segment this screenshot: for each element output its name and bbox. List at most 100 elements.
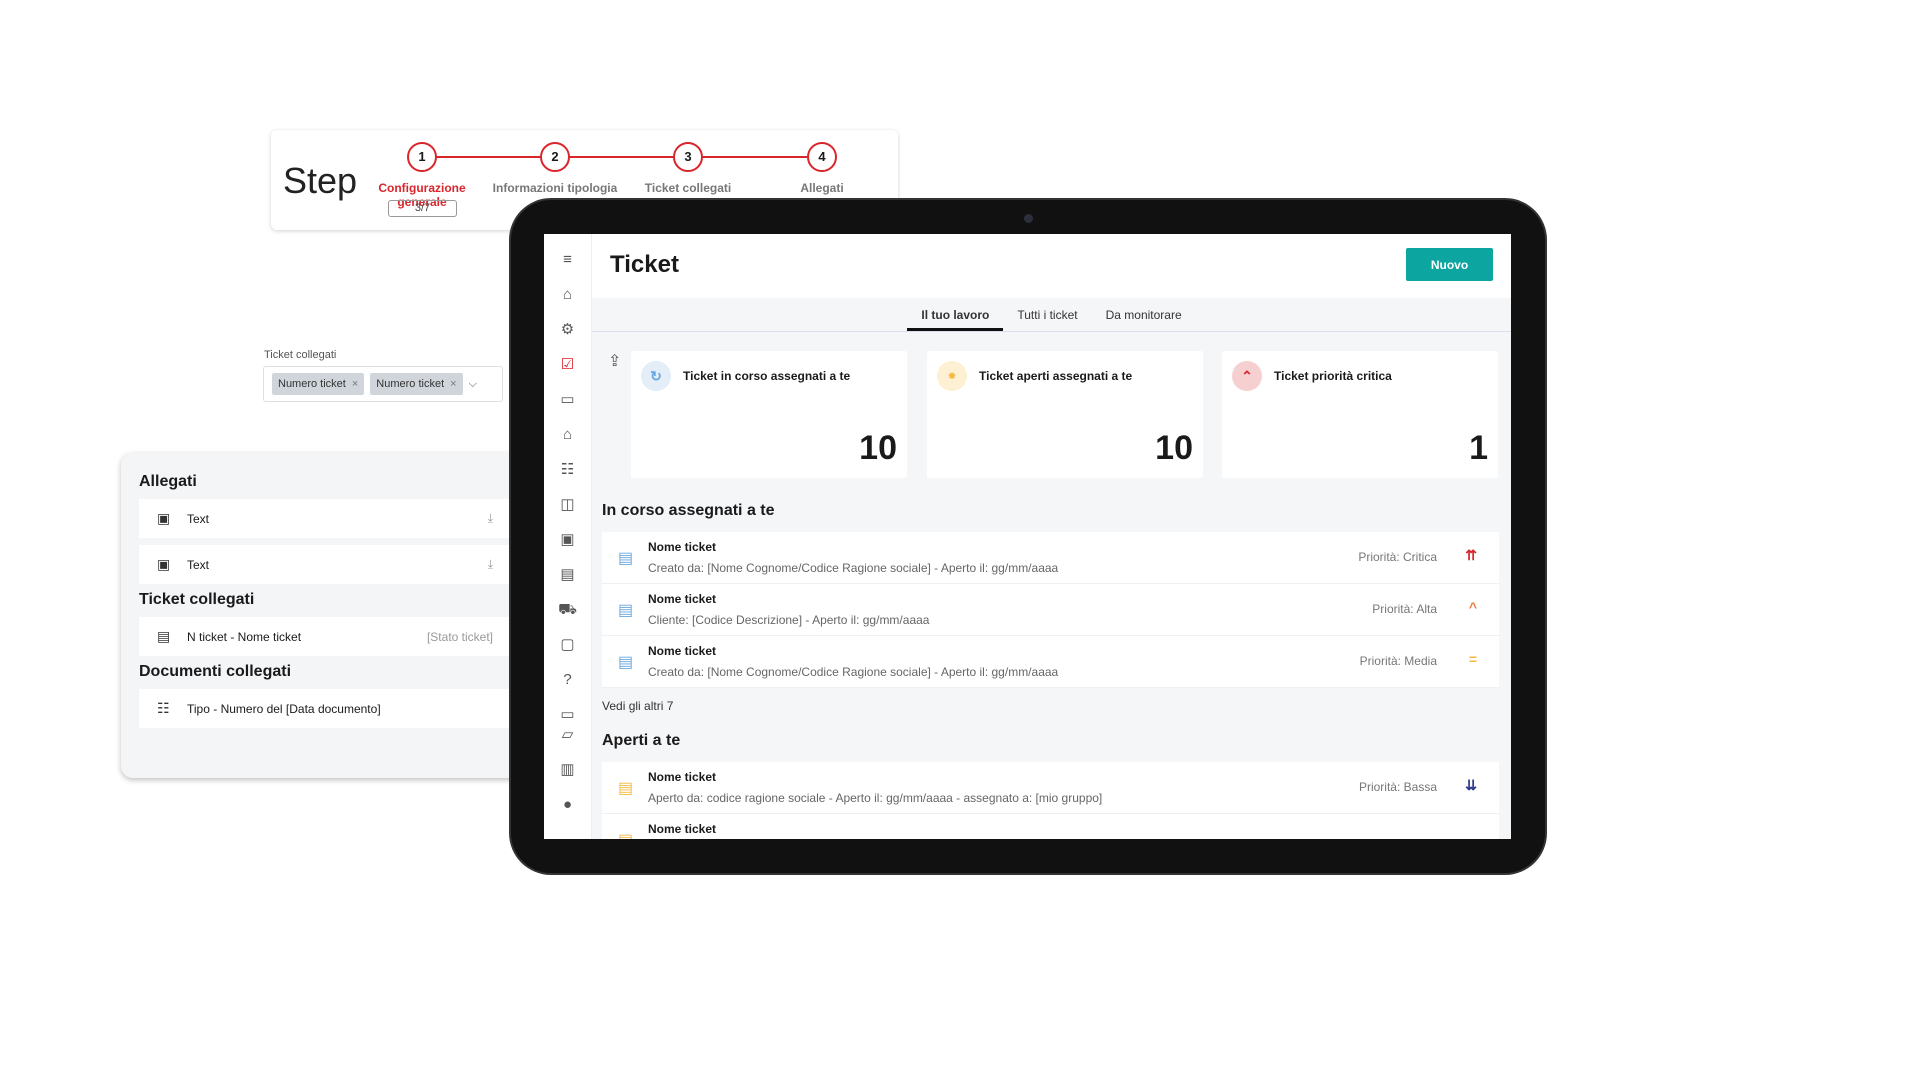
new-badge-icon: ✹ [937,361,967,391]
ticket-name: Nome ticket [648,770,717,784]
sidebar: ≡ ⌂ ⚙ ☑ ▭ ⌂ ☷ ◫ ▣ ▤ ⛟ ▢ ? ▭ ▱ ▥ ● [544,234,592,839]
download-icon[interactable]: ⤓ [488,511,493,526]
progress-icon: ↻ [641,361,671,391]
card-in-corso[interactable]: ↻ Ticket in corso assegnati a te 10 [631,351,907,478]
ticket-row[interactable]: ▤ Nome ticket Creato da: [Nome Cognome/Cod… [602,636,1499,688]
ticket-chip[interactable]: Numero ticket × [272,373,365,395]
briefcase-icon[interactable]: ▣ [560,528,574,563]
attachments-heading: Allegati [139,473,197,490]
widgets-icon[interactable]: ◫ [560,493,574,528]
step-1[interactable]: 1 Configurazione generale [355,142,489,209]
app-screen: ≡ ⌂ ⚙ ☑ ▭ ⌂ ☷ ◫ ▣ ▤ ⛟ ▢ ? ▭ ▱ ▥ ● Ticket… [544,234,1511,839]
gear-icon[interactable]: ⚙ [561,318,574,353]
chevron-down-icon[interactable]: ⌵ [469,378,477,391]
attachment-name: Text [187,511,210,526]
close-icon[interactable]: × [352,378,358,390]
ticket-priority: Priorità: Bassa [1358,780,1437,794]
app-header: Ticket Nuovo [592,234,1511,298]
folder-icon[interactable]: ▭ [560,703,574,723]
linked-tickets-label: Ticket collegati [264,349,337,361]
card-value: 1 [1469,429,1488,467]
ticket-status: [Stato ticket] [426,629,493,644]
image-icon: ▣ [157,556,171,572]
ticket-row[interactable]: ▤ Nome ticket [602,814,1499,839]
step-counter: 3/7 [388,200,457,217]
step-heading: Step [283,160,358,201]
ticket-priority: Priorità: Alta [1372,602,1437,616]
ticket-desc: Cliente: [Codice Descrizione] - Aperto i… [648,613,930,627]
card-value: 10 [859,429,897,467]
ticket-icon: ▤ [618,602,634,619]
double-chevron-down-icon: ⇊ [1465,777,1477,793]
ticket-name: Nome ticket [648,540,717,554]
account-icon[interactable]: ● [563,793,572,828]
card-value: 10 [1155,429,1193,467]
card-aperti[interactable]: ✹ Ticket aperti assegnati a te 10 [927,351,1203,478]
attachment-item[interactable]: ▣ Text ⤓ [139,499,523,538]
close-icon[interactable]: × [450,378,456,390]
tab-da-monitorare[interactable]: Da monitorare [1092,298,1196,331]
doc-name: Tipo - Numero del [Data documento] [187,701,381,716]
page-title: Ticket [610,251,679,278]
contact-card-icon[interactable]: ▭ [560,388,574,423]
ticket-name: Nome ticket [648,822,717,836]
tabs: Il tuo lavoro Tutti i ticket Da monitora… [592,298,1511,332]
image-icon: ▣ [157,510,171,526]
step-3[interactable]: 3 Ticket collegati [621,142,755,195]
step-2[interactable]: 2 Informazioni tipologia [488,142,622,195]
linked-tickets-select[interactable]: Numero ticket × Numero ticket × ⌵ [263,366,503,402]
home-icon[interactable]: ⌂ [563,283,572,318]
ticket-priority: Priorità: Media [1359,654,1437,668]
in-corso-list: ▤ Nome ticket Creato da: [Nome Cognome/Cod… [602,532,1499,688]
tab-tutti-i-ticket[interactable]: Tutti i ticket [1003,298,1091,331]
ticket-desc: Aperto da: codice ragione sociale - Aper… [648,791,1103,805]
linked-ticket-item[interactable]: ▤ N ticket - Nome ticket [Stato ticket] [139,617,523,656]
double-chevron-up-icon: ⇈ [1465,547,1477,563]
building-icon[interactable]: ▥ [560,758,574,793]
ticket-row[interactable]: ▤ Nome ticket Cliente: [Codice Descrizione… [602,584,1499,636]
aperti-list: ▤ Nome ticket Aperto da: codice ragione so… [602,762,1499,839]
archive-icon[interactable]: ▢ [560,633,574,668]
section-title: In corso assegnati a te [602,502,775,519]
chip-label: Numero ticket [376,378,445,390]
cart-icon[interactable]: ⛟ [558,598,577,633]
step-number: 1 [407,142,437,172]
card-label: Ticket priorità critica [1274,369,1392,383]
ticket-name: N ticket - Nome ticket [187,629,302,644]
chevron-up-icon: ^ [1468,599,1477,615]
step-number: 4 [807,142,837,172]
step-label: Ticket collegati [644,181,732,195]
ticket-priority: Priorità: Critica [1358,550,1437,564]
step-4[interactable]: 4 Allegati [755,142,889,195]
attachment-item[interactable]: ▣ Text ⤓ [139,545,523,584]
library-icon: ▤ [157,628,171,644]
card-label: Ticket in corso assegnati a te [683,369,851,383]
card-label: Ticket aperti assegnati a te [979,369,1133,383]
card-critica[interactable]: ⌃ Ticket priorità critica 1 [1222,351,1498,478]
step-label: Allegati [800,181,844,195]
upload-icon[interactable]: ⇪ [608,351,621,371]
linked-tickets-heading: Ticket collegati [139,591,255,608]
new-ticket-button[interactable]: Nuovo [1406,248,1493,281]
linked-doc-item[interactable]: ☷ Tipo - Numero del [Data documento] [139,689,523,728]
see-more-link[interactable]: Vedi gli altri 7 [602,699,673,713]
ticket-icon: ▤ [618,550,634,567]
equals-icon: = [1468,651,1477,667]
ticket-row[interactable]: ▤ Nome ticket Aperto da: codice ragione so… [602,762,1499,814]
list-icon: ☷ [157,700,170,716]
library-icon[interactable]: ▤ [560,563,574,598]
list-icon[interactable]: ☷ [561,458,574,493]
warehouse-icon[interactable]: ⌂ [563,423,572,458]
checklist-icon[interactable]: ☑ [561,353,574,388]
menu-icon[interactable]: ≡ [563,248,572,283]
ticket-row[interactable]: ▤ Nome ticket Creato da: [Nome Cognome/Cod… [602,532,1499,584]
step-label: Informazioni tipologia [492,181,618,195]
ticket-chip[interactable]: Numero ticket × [370,373,463,395]
ticket-icon: ▤ [618,654,634,671]
forum-icon[interactable]: ▱ [562,723,574,758]
tab-il-tuo-lavoro[interactable]: Il tuo lavoro [907,298,1004,331]
section-title: Aperti a te [602,732,681,749]
linked-docs-heading: Documenti collegati [139,663,292,680]
download-icon[interactable]: ⤓ [488,557,493,572]
help-icon[interactable]: ? [563,668,571,703]
